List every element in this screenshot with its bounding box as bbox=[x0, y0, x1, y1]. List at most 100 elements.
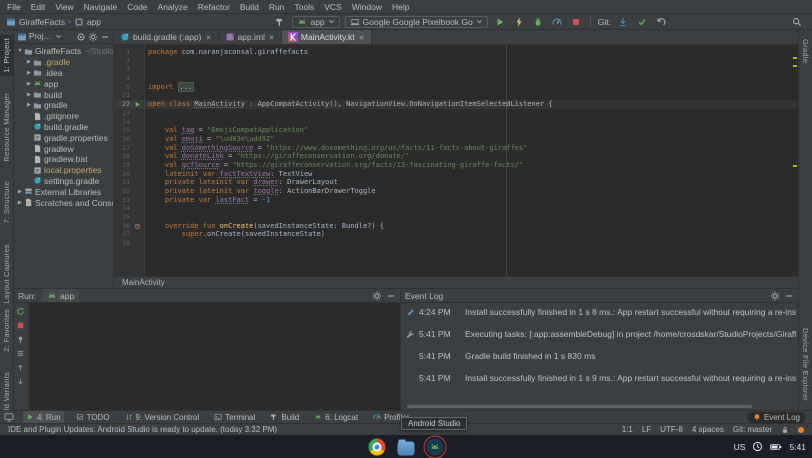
tree-expand-arrow[interactable]: ▶ bbox=[25, 70, 33, 76]
status-item-4-spaces[interactable]: 4 spaces bbox=[692, 425, 724, 434]
toolwindow-button-device-file-explorer[interactable]: Device File Explorer bbox=[799, 325, 812, 404]
toolwindow-button-layout-captures[interactable]: Layout Captures bbox=[0, 241, 13, 307]
tree-item-idea[interactable]: ▶.idea bbox=[14, 68, 113, 79]
toolwindow-button-2-favorites[interactable]: 2: Favorites bbox=[0, 306, 13, 355]
search-everywhere-button[interactable] bbox=[790, 15, 804, 29]
code-line-31[interactable]: 31 private lateinit var drawer: DrawerLa… bbox=[114, 178, 798, 187]
system-status-icon[interactable] bbox=[752, 441, 763, 452]
code-line-28[interactable]: 28 val donateLink = "https://giraffecons… bbox=[114, 152, 798, 161]
chevron-down-icon[interactable] bbox=[55, 33, 62, 40]
menu-navigate[interactable]: Navigate bbox=[79, 0, 123, 14]
menu-file[interactable]: File bbox=[2, 0, 26, 14]
tree-collapse-arrow[interactable]: ▼ bbox=[16, 48, 24, 54]
tree-item-gradlew-bat[interactable]: gradlew.bat bbox=[14, 154, 113, 165]
tree-expand-arrow[interactable]: ▶ bbox=[25, 59, 33, 65]
editor-tab-mainactivity-kt[interactable]: MainActivity.kt bbox=[282, 30, 372, 44]
keyboard-layout-indicator[interactable]: US bbox=[734, 442, 746, 452]
chrome-icon[interactable] bbox=[369, 438, 386, 455]
stop-button[interactable] bbox=[569, 15, 583, 29]
toolwindow-button-resource-manager[interactable]: Resource Manager bbox=[0, 90, 13, 165]
code-line-32[interactable]: 32 private lateinit var toggle: ActionBa… bbox=[114, 187, 798, 196]
toolwindow-button-7-structure[interactable]: 7: Structure bbox=[0, 178, 13, 226]
tree-item-gradle[interactable]: ▶.gradle bbox=[14, 57, 113, 68]
status-item-git-master[interactable]: Git: master bbox=[733, 425, 772, 434]
menu-help[interactable]: Help bbox=[387, 0, 414, 14]
menu-build[interactable]: Build bbox=[235, 0, 264, 14]
code-line-23[interactable]: 23 bbox=[114, 109, 798, 118]
toolwindow-todo[interactable]: TODO bbox=[73, 411, 113, 423]
stop-button[interactable] bbox=[16, 320, 26, 330]
code-line-36[interactable]: 36 override fun onCreate(savedInstanceSt… bbox=[114, 222, 798, 231]
run-icon[interactable] bbox=[134, 101, 141, 108]
git-rollback-button[interactable] bbox=[654, 15, 668, 29]
toolwindow-terminal[interactable]: Terminal bbox=[211, 411, 258, 423]
android-studio-icon[interactable] bbox=[427, 438, 444, 455]
tree-expand-arrow[interactable]: ▶ bbox=[25, 92, 33, 98]
code-line-1[interactable]: 1package com.naranjaconsal.giraffefacts bbox=[114, 48, 798, 57]
hide-project-panel-button[interactable] bbox=[100, 32, 110, 42]
tree-expand-arrow[interactable]: ▶ bbox=[16, 189, 24, 195]
project-settings-button[interactable] bbox=[88, 32, 98, 42]
menu-code[interactable]: Code bbox=[122, 0, 152, 14]
rerun-button[interactable] bbox=[16, 306, 26, 316]
tree-item-scratches-and-consoles[interactable]: ▶Scratches and Consoles bbox=[14, 197, 113, 208]
status-message[interactable]: IDE and Plugin Updates: Android Studio i… bbox=[8, 425, 277, 434]
tree-item-gradle[interactable]: ▶gradle bbox=[14, 100, 113, 111]
project-panel-title[interactable]: Project bbox=[29, 32, 53, 41]
code-line-33[interactable]: 33 private var lastFact = -1 bbox=[114, 196, 798, 205]
event-log-button[interactable]: Event Log bbox=[747, 412, 806, 423]
locate-file-button[interactable] bbox=[76, 32, 86, 42]
device-select[interactable]: Google Google Pixelbook Go bbox=[345, 16, 488, 28]
menu-view[interactable]: View bbox=[50, 0, 78, 14]
scroll-up-button[interactable] bbox=[16, 362, 26, 372]
tree-item-external-libraries[interactable]: ▶External Libraries bbox=[14, 186, 113, 197]
close-icon[interactable] bbox=[205, 34, 212, 41]
toolwindow-switcher-icon[interactable] bbox=[4, 412, 14, 422]
editor-tab-app-iml[interactable]: app.iml bbox=[219, 30, 282, 44]
profile-button[interactable] bbox=[550, 15, 564, 29]
code-line-26[interactable]: 26 val emoji = "\ud83e\udd92" bbox=[114, 135, 798, 144]
editor-tab-build-gradle-app[interactable]: build.gradle (:app) bbox=[114, 30, 219, 44]
run-console-output[interactable] bbox=[29, 303, 400, 410]
code-line-25[interactable]: 25 val tag = "EmojiCompatApplication" bbox=[114, 126, 798, 135]
tree-item-app[interactable]: ▶app bbox=[14, 78, 113, 89]
event-log-settings-button[interactable] bbox=[770, 291, 780, 301]
tree-item-gradlew[interactable]: gradlew bbox=[14, 143, 113, 154]
code-line-4[interactable]: 4 bbox=[114, 74, 798, 83]
tree-item-giraffefacts[interactable]: ▼GiraffeFacts~/StudioProjects/GiraffeFa bbox=[14, 46, 113, 57]
code-line-24[interactable]: 24 bbox=[114, 118, 798, 127]
close-icon[interactable] bbox=[268, 34, 275, 41]
warning-stripe-mark[interactable] bbox=[793, 57, 797, 59]
scroll-down-button[interactable] bbox=[16, 376, 26, 386]
toolwindow-4-run[interactable]: 4: Run bbox=[23, 411, 64, 423]
code-line-22[interactable]: 22open class MainActivity : AppCompatAct… bbox=[114, 100, 798, 109]
tree-item-settings-gradle[interactable]: settings.gradle bbox=[14, 176, 113, 187]
code-line-3[interactable]: 3 bbox=[114, 65, 798, 74]
build-hammer-button[interactable] bbox=[273, 15, 287, 29]
tree-item-build-gradle[interactable]: build.gradle bbox=[14, 122, 113, 133]
status-item-1-1[interactable]: 1:1 bbox=[622, 425, 633, 434]
code-line-30[interactable]: 30 lateinit var factTextView: TextView bbox=[114, 170, 798, 179]
code-line-2[interactable]: 2 bbox=[114, 57, 798, 66]
warning-stripe-mark[interactable] bbox=[793, 65, 797, 67]
menu-run[interactable]: Run bbox=[264, 0, 290, 14]
toolwindow-button-gradle[interactable]: Gradle bbox=[799, 36, 812, 66]
code-line-37[interactable]: 37 super.onCreate(savedInstanceState) bbox=[114, 230, 798, 239]
menu-edit[interactable]: Edit bbox=[26, 0, 51, 14]
code-line-21[interactable]: 21 bbox=[114, 91, 798, 100]
git-commit-button[interactable] bbox=[635, 15, 649, 29]
code-line-5[interactable]: 5import ... bbox=[114, 83, 798, 92]
code-line-29[interactable]: 29 val gcfSource = "https://giraffeconse… bbox=[114, 161, 798, 170]
editor-code-area[interactable]: 1package com.naranjaconsal.giraffefacts2… bbox=[114, 45, 798, 276]
git-update-button[interactable] bbox=[616, 15, 630, 29]
breadcrumb-item-app[interactable]: app bbox=[87, 17, 101, 27]
run-settings-button[interactable] bbox=[372, 291, 382, 301]
tree-expand-arrow[interactable]: ▶ bbox=[16, 200, 24, 206]
tree-expand-arrow[interactable]: ▶ bbox=[25, 81, 33, 87]
hide-run-panel-button[interactable] bbox=[386, 291, 396, 301]
menu-window[interactable]: Window bbox=[347, 0, 387, 14]
files-icon[interactable] bbox=[398, 441, 415, 455]
toolwindow-button-1-project[interactable]: 1: Project bbox=[0, 35, 13, 76]
close-icon[interactable] bbox=[358, 34, 365, 41]
debug-button[interactable] bbox=[531, 15, 545, 29]
